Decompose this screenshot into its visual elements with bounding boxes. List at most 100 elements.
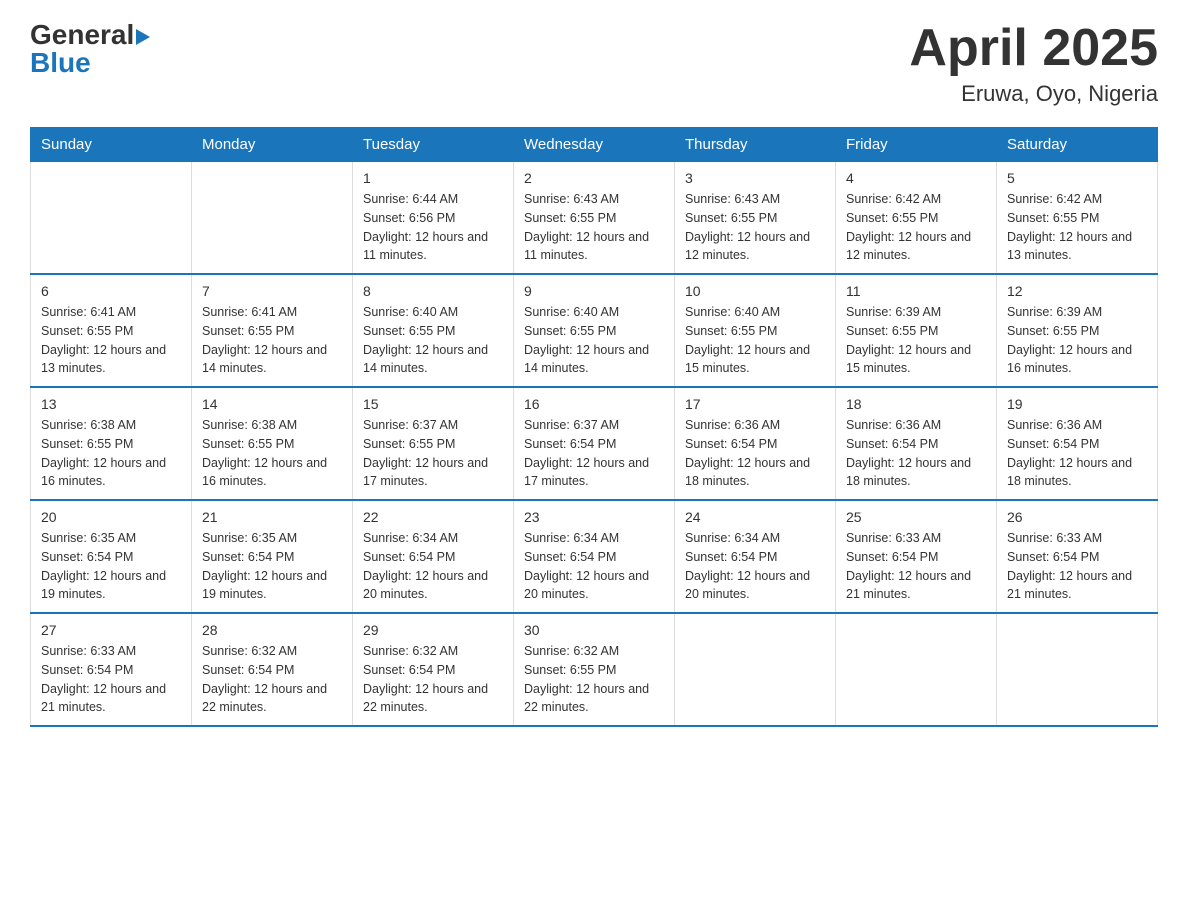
weekday-header-wednesday: Wednesday (514, 128, 675, 162)
day-number: 27 (41, 622, 181, 638)
day-info: Sunrise: 6:43 AM Sunset: 6:55 PM Dayligh… (685, 190, 825, 265)
day-number: 19 (1007, 396, 1147, 412)
calendar-title: April 2025 (909, 20, 1158, 77)
calendar-cell: 14 Sunrise: 6:38 AM Sunset: 6:55 PM Dayli… (192, 387, 353, 500)
day-info: Sunrise: 6:41 AM Sunset: 6:55 PM Dayligh… (41, 303, 181, 378)
logo-blue: Blue (30, 47, 91, 79)
title-block: April 2025 Eruwa, Oyo, Nigeria (909, 20, 1158, 107)
day-info: Sunrise: 6:39 AM Sunset: 6:55 PM Dayligh… (846, 303, 986, 378)
calendar-cell: 22Sunrise: 6:34 AM Sunset: 6:54 PM Dayli… (353, 500, 514, 613)
day-info: Sunrise: 6:32 AM Sunset: 6:54 PM Dayligh… (363, 642, 503, 717)
day-number: 8 (363, 283, 503, 299)
calendar-location: Eruwa, Oyo, Nigeria (909, 81, 1158, 107)
day-info: Sunrise: 6:41 AM Sunset: 6:55 PM Dayligh… (202, 303, 342, 378)
weekday-header-monday: Monday (192, 128, 353, 162)
calendar-cell: 19 Sunrise: 6:36 AM Sunset: 6:54 PM Dayli… (997, 387, 1158, 500)
day-number: 1 (363, 170, 503, 186)
calendar-cell: 2 Sunrise: 6:43 AM Sunset: 6:55 PM Daylig… (514, 162, 675, 275)
calendar-cell: 1 Sunrise: 6:44 AM Sunset: 6:56 PM Daylig… (353, 162, 514, 275)
calendar-cell (997, 613, 1158, 726)
calendar-cell: 29 Sunrise: 6:32 AM Sunset: 6:54 PM Dayli… (353, 613, 514, 726)
calendar-cell: 23Sunrise: 6:34 AM Sunset: 6:54 PM Dayli… (514, 500, 675, 613)
day-number: 9 (524, 283, 664, 299)
day-number: 16 (524, 396, 664, 412)
calendar-cell: 26Sunrise: 6:33 AM Sunset: 6:54 PM Dayli… (997, 500, 1158, 613)
calendar-cell (836, 613, 997, 726)
day-number: 24 (685, 509, 825, 525)
calendar-cell: 21 Sunrise: 6:35 AM Sunset: 6:54 PM Dayli… (192, 500, 353, 613)
calendar-cell: 10Sunrise: 6:40 AM Sunset: 6:55 PM Dayli… (675, 274, 836, 387)
calendar-cell (675, 613, 836, 726)
day-number: 25 (846, 509, 986, 525)
day-info: Sunrise: 6:43 AM Sunset: 6:55 PM Dayligh… (524, 190, 664, 265)
day-info: Sunrise: 6:34 AM Sunset: 6:54 PM Dayligh… (524, 529, 664, 604)
day-info: Sunrise: 6:35 AM Sunset: 6:54 PM Dayligh… (202, 529, 342, 604)
logo-triangle-icon (136, 29, 150, 45)
day-info: Sunrise: 6:44 AM Sunset: 6:56 PM Dayligh… (363, 190, 503, 265)
day-number: 2 (524, 170, 664, 186)
day-info: Sunrise: 6:37 AM Sunset: 6:54 PM Dayligh… (524, 416, 664, 491)
day-number: 6 (41, 283, 181, 299)
day-number: 13 (41, 396, 181, 412)
day-number: 3 (685, 170, 825, 186)
day-info: Sunrise: 6:36 AM Sunset: 6:54 PM Dayligh… (1007, 416, 1147, 491)
calendar-cell: 27 Sunrise: 6:33 AM Sunset: 6:54 PM Dayli… (31, 613, 192, 726)
day-info: Sunrise: 6:33 AM Sunset: 6:54 PM Dayligh… (1007, 529, 1147, 604)
calendar-cell: 11 Sunrise: 6:39 AM Sunset: 6:55 PM Dayli… (836, 274, 997, 387)
day-info: Sunrise: 6:40 AM Sunset: 6:55 PM Dayligh… (363, 303, 503, 378)
day-number: 22 (363, 509, 503, 525)
day-info: Sunrise: 6:40 AM Sunset: 6:55 PM Dayligh… (685, 303, 825, 378)
day-info: Sunrise: 6:33 AM Sunset: 6:54 PM Dayligh… (41, 642, 181, 717)
day-info: Sunrise: 6:39 AM Sunset: 6:55 PM Dayligh… (1007, 303, 1147, 378)
calendar-week-row: 13 Sunrise: 6:38 AM Sunset: 6:55 PM Dayli… (31, 387, 1158, 500)
calendar-cell: 5Sunrise: 6:42 AM Sunset: 6:55 PM Daylig… (997, 162, 1158, 275)
day-number: 14 (202, 396, 342, 412)
calendar-cell: 15 Sunrise: 6:37 AM Sunset: 6:55 PM Dayli… (353, 387, 514, 500)
calendar-week-row: 27 Sunrise: 6:33 AM Sunset: 6:54 PM Dayli… (31, 613, 1158, 726)
calendar-cell: 18Sunrise: 6:36 AM Sunset: 6:54 PM Dayli… (836, 387, 997, 500)
day-info: Sunrise: 6:32 AM Sunset: 6:55 PM Dayligh… (524, 642, 664, 717)
day-info: Sunrise: 6:38 AM Sunset: 6:55 PM Dayligh… (202, 416, 342, 491)
calendar-week-row: 20 Sunrise: 6:35 AM Sunset: 6:54 PM Dayli… (31, 500, 1158, 613)
day-info: Sunrise: 6:35 AM Sunset: 6:54 PM Dayligh… (41, 529, 181, 604)
day-number: 30 (524, 622, 664, 638)
calendar-cell: 8 Sunrise: 6:40 AM Sunset: 6:55 PM Daylig… (353, 274, 514, 387)
calendar-week-row: 6 Sunrise: 6:41 AM Sunset: 6:55 PM Daylig… (31, 274, 1158, 387)
day-info: Sunrise: 6:34 AM Sunset: 6:54 PM Dayligh… (685, 529, 825, 604)
day-number: 4 (846, 170, 986, 186)
day-number: 20 (41, 509, 181, 525)
day-info: Sunrise: 6:37 AM Sunset: 6:55 PM Dayligh… (363, 416, 503, 491)
calendar-week-row: 1 Sunrise: 6:44 AM Sunset: 6:56 PM Daylig… (31, 162, 1158, 275)
weekday-header-saturday: Saturday (997, 128, 1158, 162)
day-number: 11 (846, 283, 986, 299)
day-info: Sunrise: 6:32 AM Sunset: 6:54 PM Dayligh… (202, 642, 342, 717)
calendar-cell: 3 Sunrise: 6:43 AM Sunset: 6:55 PM Daylig… (675, 162, 836, 275)
weekday-header-row: SundayMondayTuesdayWednesdayThursdayFrid… (31, 128, 1158, 162)
day-number: 18 (846, 396, 986, 412)
day-info: Sunrise: 6:36 AM Sunset: 6:54 PM Dayligh… (685, 416, 825, 491)
day-number: 17 (685, 396, 825, 412)
calendar-cell (192, 162, 353, 275)
calendar-cell: 24 Sunrise: 6:34 AM Sunset: 6:54 PM Dayli… (675, 500, 836, 613)
calendar-cell: 13 Sunrise: 6:38 AM Sunset: 6:55 PM Dayli… (31, 387, 192, 500)
day-number: 7 (202, 283, 342, 299)
calendar-cell: 7 Sunrise: 6:41 AM Sunset: 6:55 PM Daylig… (192, 274, 353, 387)
day-number: 29 (363, 622, 503, 638)
weekday-header-thursday: Thursday (675, 128, 836, 162)
day-info: Sunrise: 6:33 AM Sunset: 6:54 PM Dayligh… (846, 529, 986, 604)
calendar-cell: 20 Sunrise: 6:35 AM Sunset: 6:54 PM Dayli… (31, 500, 192, 613)
day-number: 12 (1007, 283, 1147, 299)
day-number: 5 (1007, 170, 1147, 186)
logo: General Blue (30, 20, 150, 79)
calendar-cell: 12 Sunrise: 6:39 AM Sunset: 6:55 PM Dayli… (997, 274, 1158, 387)
weekday-header-sunday: Sunday (31, 128, 192, 162)
calendar-cell: 17 Sunrise: 6:36 AM Sunset: 6:54 PM Dayli… (675, 387, 836, 500)
day-info: Sunrise: 6:38 AM Sunset: 6:55 PM Dayligh… (41, 416, 181, 491)
day-number: 15 (363, 396, 503, 412)
calendar-cell: 9Sunrise: 6:40 AM Sunset: 6:55 PM Daylig… (514, 274, 675, 387)
day-number: 21 (202, 509, 342, 525)
weekday-header-tuesday: Tuesday (353, 128, 514, 162)
calendar-cell: 6 Sunrise: 6:41 AM Sunset: 6:55 PM Daylig… (31, 274, 192, 387)
calendar-cell: 30 Sunrise: 6:32 AM Sunset: 6:55 PM Dayli… (514, 613, 675, 726)
calendar-cell: 16 Sunrise: 6:37 AM Sunset: 6:54 PM Dayli… (514, 387, 675, 500)
